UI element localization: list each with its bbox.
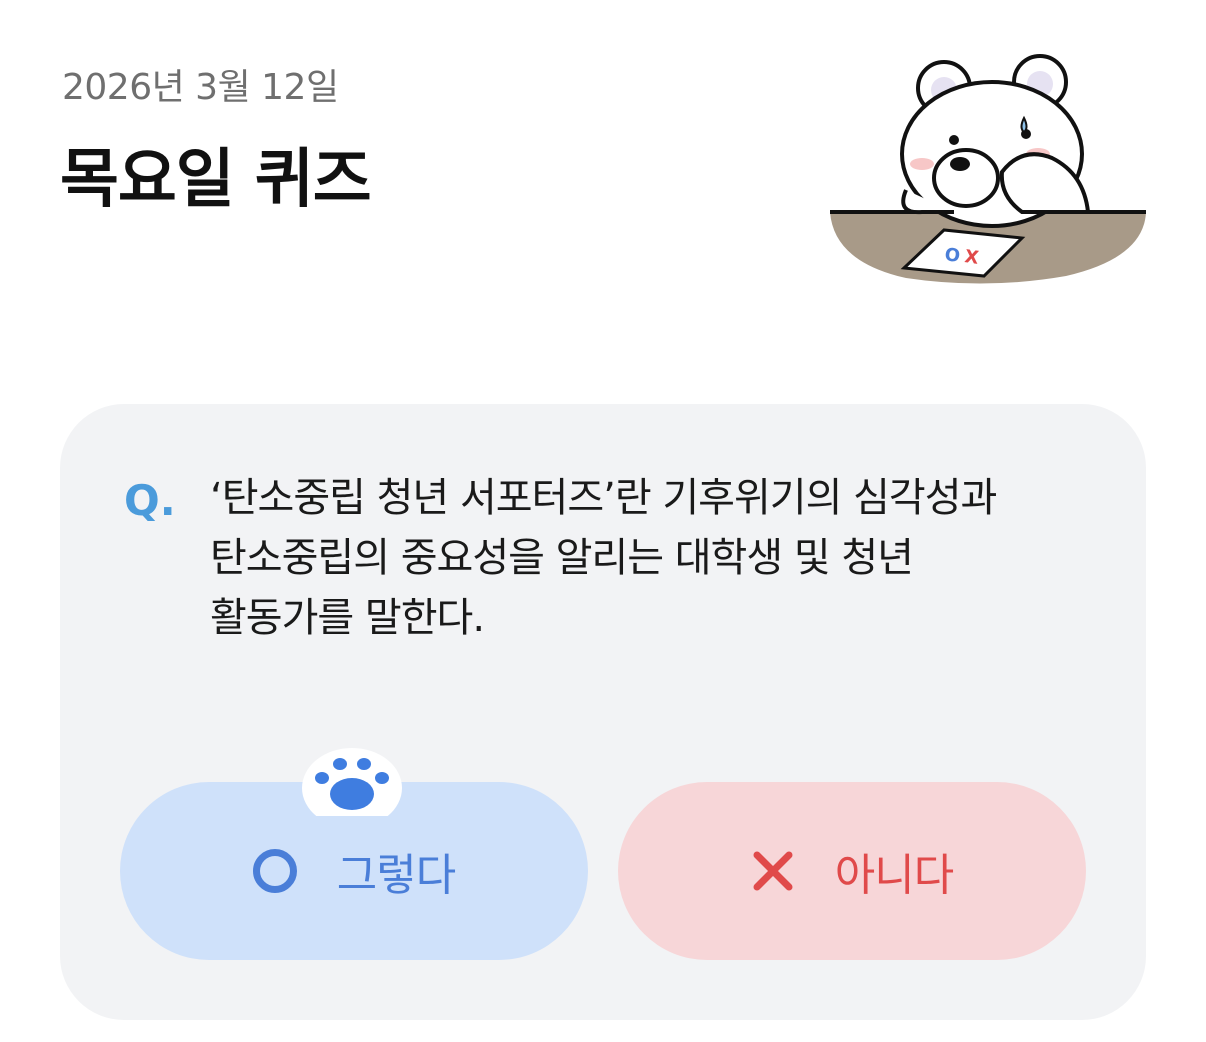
svg-text:O: O	[943, 244, 961, 267]
no-answer-button[interactable]: 아니다	[618, 782, 1086, 960]
quiz-card: Q. ‘탄소중립 청년 서포터즈’란 기후위기의 심각성과 탄소중립의 중요성을…	[60, 404, 1146, 1020]
question-line: 활동가를 말한다.	[210, 595, 485, 641]
no-answer-label: 아니다	[834, 851, 954, 900]
question-line: 탄소중립의 중요성을 알리는 대학생 및 청년	[210, 535, 914, 581]
question-text: ‘탄소중립 청년 서포터즈’란 기후위기의 심각성과 탄소중립의 중요성을 알리…	[210, 468, 1110, 648]
quiz-page: 2026년 3월 12일 목요일 퀴즈 O X Q. ‘탄소중립 청년 서포터즈…	[0, 0, 1206, 1042]
question-marker: Q.	[124, 476, 176, 525]
x-icon	[753, 851, 793, 891]
question-line: ‘탄소중립 청년 서포터즈’란 기후위기의 심각성과	[210, 475, 997, 521]
bear-mascot-icon: O X	[830, 54, 1146, 284]
quiz-date: 2026년 3월 12일	[62, 67, 339, 108]
page-title: 목요일 퀴즈	[60, 143, 372, 217]
yes-answer-label: 그렇다	[336, 851, 456, 900]
paw-print-icon	[302, 748, 402, 816]
circle-o-icon	[252, 849, 297, 893]
